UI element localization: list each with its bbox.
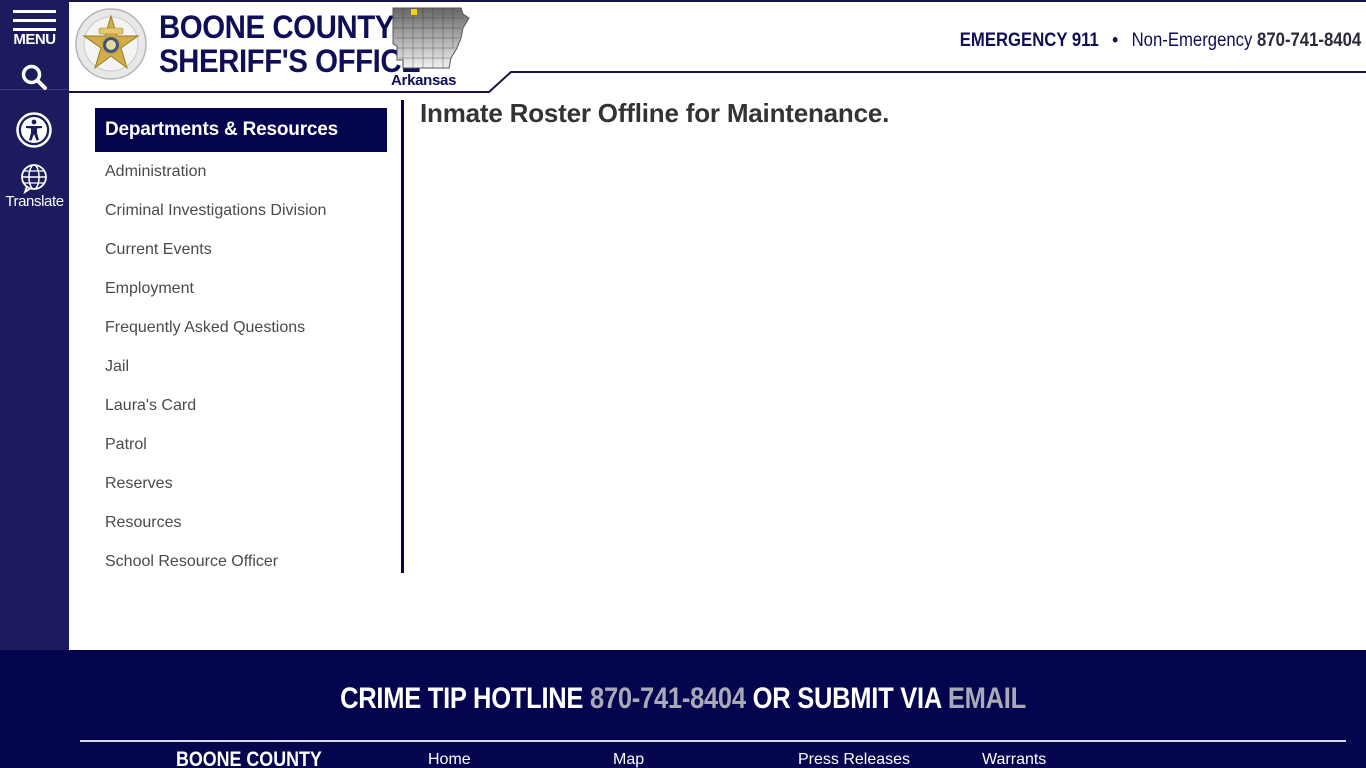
footer-brand: BOONE COUNTY <box>176 748 322 768</box>
page: MENU Translate BOONE COUNTY SHERIFF'S OF… <box>0 0 1366 768</box>
footer-link-press-releases[interactable]: Press Releases <box>798 751 910 768</box>
separator-dot: • <box>1112 30 1118 51</box>
footer-divider <box>80 740 1346 742</box>
menu-label[interactable]: MENU <box>0 31 69 48</box>
sheriff-badge-logo[interactable] <box>75 8 147 80</box>
contact-bar: EMERGENCY 911 • Non-Emergency 870-741-84… <box>960 30 1361 52</box>
sidebar-item-criminal-investigations[interactable]: Criminal Investigations Division <box>95 191 387 230</box>
sidebar-item-current-events[interactable]: Current Events <box>95 230 387 269</box>
left-rail <box>0 0 69 650</box>
hotline-email-link[interactable]: EMAIL <box>948 682 1026 715</box>
accessibility-icon[interactable] <box>16 112 52 148</box>
hotline-phone-link[interactable]: 870-741-8404 <box>590 682 746 715</box>
content-divider <box>401 100 404 573</box>
sidebar-item-jail[interactable]: Jail <box>95 347 387 386</box>
sidebar-item-patrol[interactable]: Patrol <box>95 425 387 464</box>
sidebar-item-school-resource-officer[interactable]: School Resource Officer <box>95 542 387 581</box>
sidebar-item-faq[interactable]: Frequently Asked Questions <box>95 308 387 347</box>
state-label: Arkansas <box>391 72 457 89</box>
sidebar-item-lauras-card[interactable]: Laura's Card <box>95 386 387 425</box>
translate-label[interactable]: Translate <box>0 193 69 210</box>
site-title[interactable]: BOONE COUNTY SHERIFF'S OFFICE <box>159 9 421 79</box>
page-title: Inmate Roster Offline for Maintenance. <box>420 98 890 128</box>
crime-tip-hotline: CRIME TIP HOTLINE 870-741-8404 OR SUBMIT… <box>102 682 1263 716</box>
footer-link-home[interactable]: Home <box>428 751 471 768</box>
sidebar-item-administration[interactable]: Administration <box>95 152 387 191</box>
non-emergency-phone[interactable]: 870-741-8404 <box>1257 30 1361 51</box>
menu-button[interactable]: MENU <box>0 0 69 90</box>
globe-icon[interactable] <box>18 163 50 195</box>
arkansas-map-icon <box>392 7 470 69</box>
hotline-label: CRIME TIP HOTLINE <box>340 682 584 715</box>
site-footer: CRIME TIP HOTLINE 870-741-8404 OR SUBMIT… <box>0 650 1366 768</box>
departments-nav: Departments & Resources Administration C… <box>95 108 387 581</box>
site-title-line1: BOONE COUNTY <box>159 9 394 45</box>
site-title-line2: SHERIFF'S OFFICE <box>159 43 421 79</box>
hotline-middle-text: OR SUBMIT VIA <box>752 682 942 715</box>
non-emergency-label: Non-Emergency <box>1131 30 1253 51</box>
sidebar-item-reserves[interactable]: Reserves <box>95 464 387 503</box>
sidebar-item-resources[interactable]: Resources <box>95 503 387 542</box>
site-header: BOONE COUNTY SHERIFF'S OFFICE Arkansas E… <box>69 0 1366 93</box>
sidebar-item-employment[interactable]: Employment <box>95 269 387 308</box>
footer-link-map[interactable]: Map <box>613 751 644 768</box>
footer-link-warrants[interactable]: Warrants <box>982 751 1046 768</box>
emergency-number[interactable]: EMERGENCY 911 <box>960 30 1099 51</box>
search-icon[interactable] <box>20 63 48 91</box>
departments-heading: Departments & Resources <box>95 108 387 152</box>
